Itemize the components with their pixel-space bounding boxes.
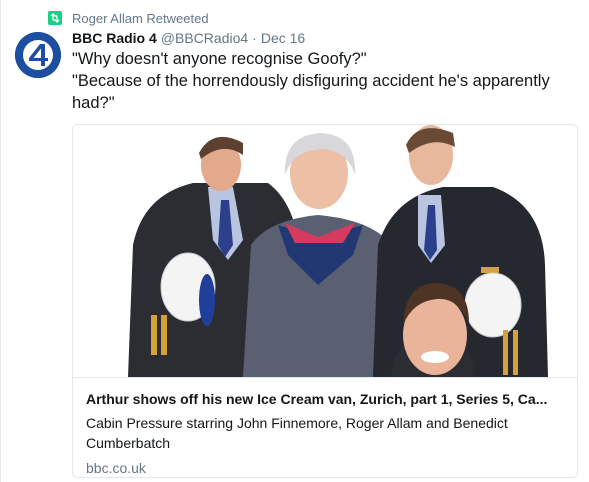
- tweet-text: "Why doesn't anyone recognise Goofy?" "B…: [72, 48, 572, 114]
- card-title[interactable]: Arthur shows off his new Ice Cream van, …: [86, 389, 563, 409]
- bbc-radio-4-logo: [15, 32, 61, 78]
- retweet-label[interactable]: Roger Allam Retweeted: [72, 11, 209, 26]
- author-handle[interactable]: @BBCRadio4: [161, 30, 248, 46]
- card-description: Cabin Pressure starring John Finnemore, …: [86, 415, 508, 451]
- tweet-text-line: "Because of the horrendously disfiguring…: [72, 72, 550, 112]
- cast-photo: [73, 125, 577, 377]
- card-domain[interactable]: bbc.co.uk: [86, 459, 563, 477]
- retweet-icon: [48, 11, 62, 25]
- tweet[interactable]: Roger Allam Retweeted BBC Radio 4 @BBCRa…: [0, 0, 589, 482]
- link-card[interactable]: Arthur shows off his new Ice Cream van, …: [72, 124, 578, 478]
- card-image[interactable]: [73, 125, 577, 377]
- author-name[interactable]: BBC Radio 4: [72, 30, 157, 46]
- retweet-context: Roger Allam Retweeted: [48, 9, 209, 27]
- tweet-text-line: "Why doesn't anyone recognise Goofy?": [72, 50, 367, 68]
- tweet-header: BBC Radio 4 @BBCRadio4 · Dec 16: [72, 30, 305, 48]
- avatar[interactable]: [15, 32, 61, 78]
- separator: ·: [252, 30, 257, 46]
- card-body[interactable]: Arthur shows off his new Ice Cream van, …: [73, 377, 577, 477]
- timestamp[interactable]: Dec 16: [261, 30, 305, 46]
